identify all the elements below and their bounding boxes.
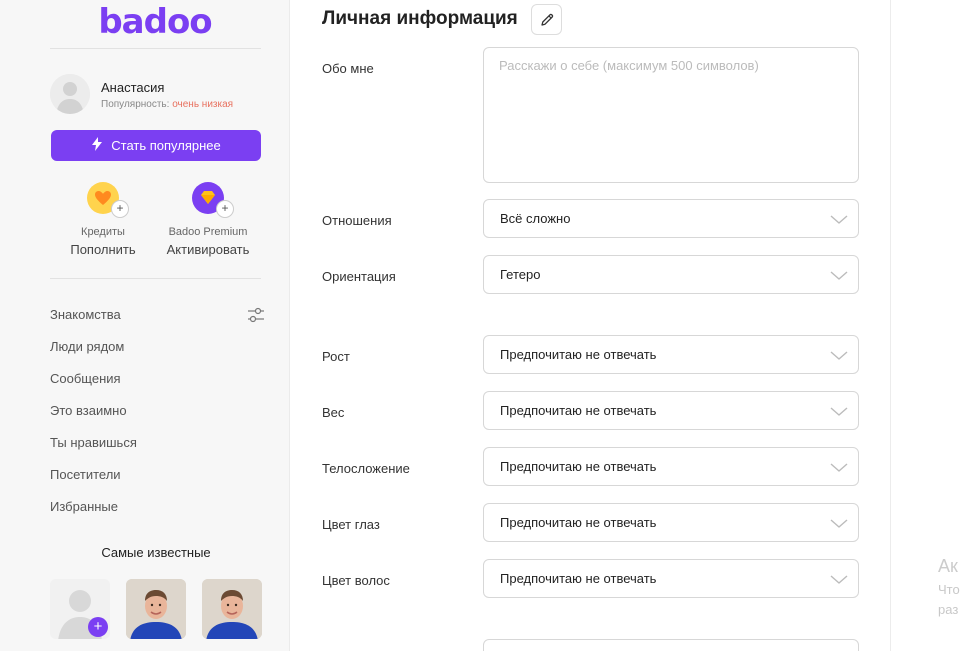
add-credits-icon[interactable]: + bbox=[111, 200, 129, 218]
select-value: Предпочитаю не отвечать bbox=[500, 347, 657, 362]
top-up-link[interactable]: Пополнить bbox=[53, 242, 153, 257]
add-photo-icon[interactable]: + bbox=[88, 617, 108, 637]
select-value: Предпочитаю не отвечать bbox=[500, 515, 657, 530]
avatar[interactable] bbox=[50, 74, 90, 114]
next-select[interactable] bbox=[483, 639, 859, 651]
height-select[interactable]: Предпочитаю не отвечать bbox=[483, 335, 859, 374]
nav-item-visitors[interactable]: Посетители bbox=[50, 460, 265, 492]
orientation-select[interactable]: Гетеро bbox=[483, 255, 859, 294]
famous-user-photo[interactable] bbox=[202, 579, 262, 639]
select-value: Предпочитаю не отвечать bbox=[500, 403, 657, 418]
nav-item-label: Посетители bbox=[50, 467, 121, 482]
eye-color-select[interactable]: Предпочитаю не отвечать bbox=[483, 503, 859, 542]
add-premium-icon[interactable]: + bbox=[216, 200, 234, 218]
chevron-down-icon bbox=[830, 575, 848, 584]
main-nav: Знакомства Люди рядом Сообщения Это взаи… bbox=[50, 300, 265, 524]
section-title: Личная информация bbox=[322, 8, 518, 29]
right-panel-title: Ак bbox=[938, 556, 958, 576]
profile-editor: Личная информация Обо мне Отношения Всё … bbox=[291, 0, 891, 651]
edit-button[interactable] bbox=[531, 4, 562, 35]
user-card[interactable]: Анастасия Популярность: очень низкая bbox=[50, 72, 270, 116]
nav-item-label: Люди рядом bbox=[50, 339, 125, 354]
weight-label: Вес bbox=[322, 405, 345, 420]
popularity-label: Популярность: bbox=[101, 99, 173, 110]
nav-item-label: Избранные bbox=[50, 499, 118, 514]
nav-item-encounters[interactable]: Знакомства bbox=[50, 300, 265, 332]
user-name[interactable]: Анастасия bbox=[101, 80, 164, 95]
credits-widget[interactable]: + Кредиты Пополнить bbox=[53, 182, 153, 257]
right-panel-text: раз bbox=[938, 602, 959, 617]
weight-select[interactable]: Предпочитаю не отвечать bbox=[483, 391, 859, 430]
credits-label: Кредиты bbox=[81, 226, 125, 238]
user-photo bbox=[202, 579, 262, 639]
chevron-down-icon bbox=[830, 463, 848, 472]
nav-item-label: Это взаимно bbox=[50, 403, 127, 418]
divider bbox=[50, 48, 261, 49]
famous-title: Самые известные bbox=[101, 545, 211, 560]
become-popular-button[interactable]: Стать популярнее bbox=[51, 130, 261, 161]
become-popular-label: Стать популярнее bbox=[111, 138, 221, 153]
nav-item-people-nearby[interactable]: Люди рядом bbox=[50, 332, 265, 364]
sliders-icon[interactable] bbox=[247, 306, 265, 324]
popularity-level[interactable]: очень низкая bbox=[172, 99, 233, 110]
body-type-select[interactable]: Предпочитаю не отвечать bbox=[483, 447, 859, 486]
activate-link[interactable]: Активировать bbox=[158, 242, 258, 257]
select-value: Всё сложно bbox=[500, 211, 571, 226]
chevron-down-icon bbox=[830, 351, 848, 360]
nav-item-favorites[interactable]: Избранные bbox=[50, 492, 265, 524]
nav-item-label: Знакомства bbox=[50, 307, 121, 322]
chevron-down-icon bbox=[830, 407, 848, 416]
premium-label: Badoo Premium bbox=[168, 226, 248, 238]
body-type-label: Телосложение bbox=[322, 461, 410, 476]
hair-color-label: Цвет волос bbox=[322, 573, 390, 588]
hair-color-select[interactable]: Предпочитаю не отвечать bbox=[483, 559, 859, 598]
chevron-down-icon bbox=[830, 271, 848, 280]
divider bbox=[50, 278, 261, 279]
avatar-placeholder-icon bbox=[50, 74, 90, 114]
popularity-status: Популярность: очень низкая bbox=[101, 99, 233, 110]
chevron-down-icon bbox=[830, 519, 848, 528]
orientation-label: Ориентация bbox=[322, 269, 396, 284]
nav-item-label: Сообщения bbox=[50, 371, 121, 386]
premium-widget[interactable]: + Badoo Premium Активировать bbox=[158, 182, 258, 257]
nav-item-label: Ты нравишься bbox=[50, 435, 137, 450]
select-value: Предпочитаю не отвечать bbox=[500, 459, 657, 474]
nav-item-messages[interactable]: Сообщения bbox=[50, 364, 265, 396]
about-textarea[interactable] bbox=[483, 47, 859, 183]
select-value: Гетеро bbox=[500, 267, 541, 282]
user-photo bbox=[126, 579, 186, 639]
about-label: Обо мне bbox=[322, 61, 374, 76]
famous-add-slot[interactable]: + bbox=[50, 579, 110, 639]
right-panel-text: Что bbox=[938, 582, 960, 597]
eye-color-label: Цвет глаз bbox=[322, 517, 380, 532]
pencil-icon bbox=[540, 13, 553, 26]
badoo-logo[interactable]: badoo bbox=[0, 0, 310, 46]
relationship-select[interactable]: Всё сложно bbox=[483, 199, 859, 238]
nav-item-liked-you[interactable]: Ты нравишься bbox=[50, 428, 265, 460]
nav-item-mutual[interactable]: Это взаимно bbox=[50, 396, 265, 428]
relationship-label: Отношения bbox=[322, 213, 392, 228]
diamond-icon: + bbox=[192, 182, 234, 218]
app-window: badoo Анастасия Популярность: очень низк… bbox=[0, 0, 962, 651]
chevron-down-icon bbox=[830, 215, 848, 224]
lightning-icon bbox=[91, 137, 103, 154]
height-label: Рост bbox=[322, 349, 350, 364]
sidebar: badoo Анастасия Популярность: очень низк… bbox=[0, 0, 290, 651]
right-panel: Ак Что раз bbox=[892, 0, 962, 651]
famous-user-photo[interactable] bbox=[126, 579, 186, 639]
heart-coin-icon: + bbox=[87, 182, 129, 218]
select-value: Предпочитаю не отвечать bbox=[500, 571, 657, 586]
